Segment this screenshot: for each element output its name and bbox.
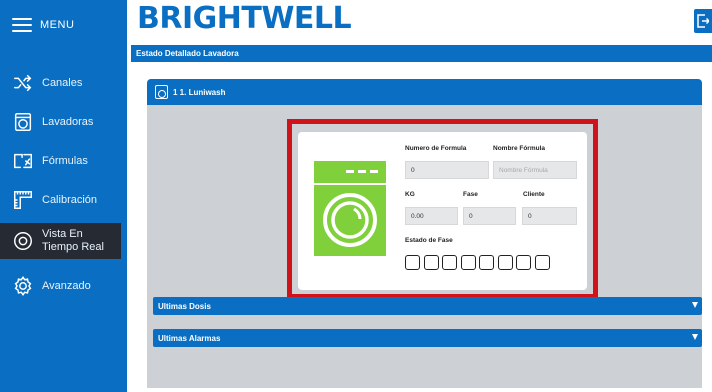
phase-checkbox[interactable] — [405, 255, 420, 270]
kg-field[interactable]: 0.00 — [405, 207, 458, 225]
phase-checkbox[interactable] — [442, 255, 457, 270]
chevron-down-icon — [692, 334, 698, 340]
accordion-title: Ultimas Dosis — [158, 302, 211, 311]
ultimas-alarmas-accordion[interactable]: Ultimas Alarmas — [153, 329, 702, 347]
formula-name-label: Nombre Fórmula — [493, 145, 546, 152]
washer-panel-title: 1 1. Luniwash — [173, 87, 226, 97]
washer-panel-header: 1 1. Luniwash — [147, 79, 702, 105]
logout-button[interactable] — [694, 9, 712, 33]
sidebar-item-lavadoras[interactable]: Lavadoras — [0, 103, 121, 141]
menu-label: MENU — [40, 19, 75, 31]
sidebar-item-avanzado[interactable]: Avanzado — [0, 267, 121, 305]
formula-icon — [14, 153, 32, 169]
sidebar-item-label: Fórmulas — [42, 154, 88, 167]
phase-checkbox[interactable] — [497, 255, 513, 270]
cliente-field[interactable]: 0 — [522, 207, 577, 225]
ultimas-dosis-accordion[interactable]: Ultimas Dosis — [153, 297, 702, 315]
phase-checkbox[interactable] — [479, 255, 494, 270]
menu-button[interactable]: MENU — [12, 18, 74, 32]
fase-label: Fase — [463, 191, 478, 198]
sidebar-item-formulas[interactable]: Fórmulas — [0, 142, 121, 180]
hamburger-icon — [12, 18, 32, 32]
formula-number-field[interactable]: 0 — [405, 161, 489, 179]
shuffle-icon — [14, 74, 32, 92]
sidebar-item-label: Vista En Tiempo Real — [42, 228, 104, 253]
washer-detail-card: Numero de Formula Nombre Fórmula 0 Nombr… — [298, 132, 587, 290]
phase-checkbox[interactable] — [460, 255, 476, 270]
fase-field[interactable]: 0 — [463, 207, 516, 225]
washing-machine-icon — [14, 113, 32, 131]
phase-checkbox[interactable] — [423, 255, 439, 270]
formula-name-field[interactable]: Nombre Fórmula — [493, 161, 577, 179]
kg-label: KG — [405, 191, 415, 198]
washer-panel-body: Numero de Formula Nombre Fórmula 0 Nombr… — [147, 105, 702, 388]
phase-checkbox-group — [405, 255, 550, 270]
main-content: BRIGHTWELL Estado Detallado Lavadora 1 1… — [127, 0, 712, 392]
ruler-icon — [14, 191, 32, 209]
formula-number-label: Numero de Formula — [405, 145, 467, 152]
brand-logo: BRIGHTWELL — [137, 1, 352, 36]
sidebar-item-vista-en-tiempo-real[interactable]: Vista En Tiempo Real — [0, 223, 121, 259]
sidebar-item-canales[interactable]: Canales — [0, 64, 121, 102]
sidebar-item-label: Avanzado — [42, 279, 91, 292]
phase-checkbox[interactable] — [516, 255, 531, 270]
estado-fase-label: Estado de Fase — [405, 237, 453, 244]
sidebar-item-label: Lavadoras — [42, 115, 94, 128]
gear-icon — [14, 276, 32, 296]
chevron-down-icon — [692, 302, 698, 308]
washing-machine-icon — [155, 85, 168, 99]
sidebar: MENU Canales Lavadoras Fórmulas Calibrac… — [0, 0, 127, 392]
cliente-label: Cliente — [523, 191, 545, 198]
logout-icon — [697, 14, 709, 28]
sidebar-item-label: Calibración — [42, 193, 98, 206]
washing-machine-illustration — [314, 161, 386, 256]
eye-icon — [14, 232, 32, 250]
sidebar-item-label: Canales — [42, 76, 83, 89]
phase-checkbox[interactable] — [534, 255, 550, 270]
detail-status-bar: Estado Detallado Lavadora — [131, 45, 712, 62]
accordion-title: Ultimas Alarmas — [158, 334, 221, 343]
sidebar-item-calibracion[interactable]: Calibración — [0, 181, 121, 219]
